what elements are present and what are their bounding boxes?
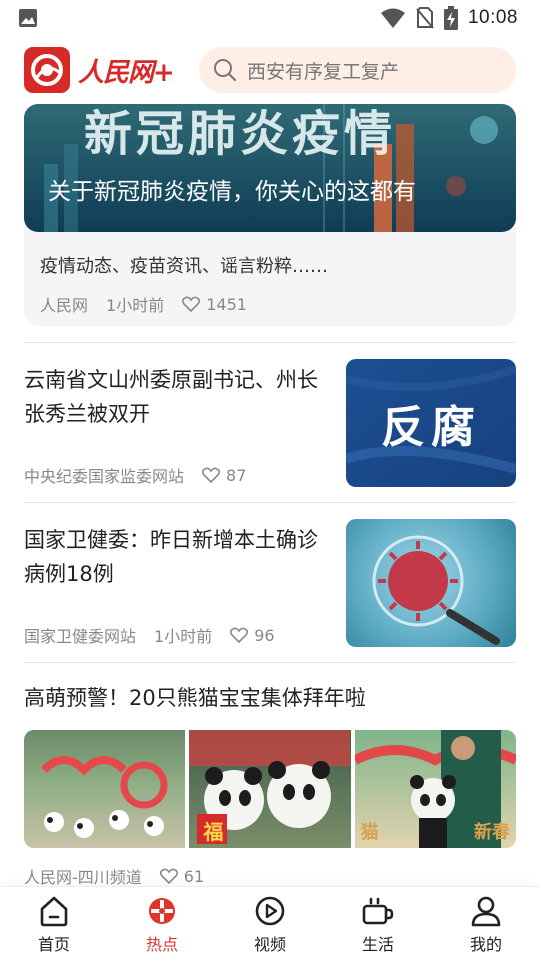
status-time: 10:08 (467, 7, 518, 28)
heart-icon (202, 467, 221, 483)
search-placeholder: 西安有序复工复产 (247, 60, 400, 83)
featured-like[interactable]: 1451 (182, 295, 247, 314)
anti-corruption-thumb-text: 反腐 (381, 402, 481, 453)
gallery-title[interactable]: 高萌预警！20只熊猫宝宝集体拜年啦 (24, 682, 366, 712)
fu-character: 福 (203, 820, 224, 844)
search-icon (214, 59, 237, 82)
panda-image-1 (24, 730, 186, 848)
tab-video[interactable]: 视频 (216, 887, 324, 960)
tab-home[interactable]: 首页 (0, 887, 108, 960)
featured-source: 人民网 (40, 296, 89, 315)
tab-life[interactable]: 生活 (324, 887, 432, 960)
life-icon (362, 897, 394, 925)
search-bar[interactable]: 西安有序复工复产 (199, 47, 516, 93)
gallery-source: 人民网-四川频道 (24, 868, 142, 887)
video-icon (255, 896, 285, 926)
app-logo[interactable]: 人民网+ (24, 47, 189, 93)
news-source: 国家卫健委网站 (24, 627, 137, 646)
featured-meta: 人民网 1小时前 1451 (24, 278, 516, 316)
divider (24, 662, 516, 663)
tab-label: 我的 (469, 935, 502, 954)
news-thumbnail: 反腐 (346, 359, 516, 487)
gallery-like[interactable]: 61 (159, 866, 205, 886)
status-left (18, 8, 38, 28)
news-title: 云南省文山州委原副书记、州长张秀兰被双开 (24, 368, 318, 426)
panda-image-2: 福 (189, 730, 351, 848)
news-like[interactable]: 87 (202, 466, 246, 485)
divider (24, 342, 516, 343)
tab-hot[interactable]: 热点 (108, 887, 216, 960)
featured-image: 新冠肺炎疫情 关于新冠肺炎疫情，你关心的这都有 (24, 104, 516, 232)
gallery-like-count: 61 (183, 866, 205, 886)
virus-thumbnail (346, 519, 516, 647)
featured-caption: 关于新冠肺炎疫情，你关心的这都有 (48, 179, 416, 205)
status-right: 10:08 (380, 6, 518, 30)
gallery-images[interactable]: 福 猫 新春 (24, 730, 516, 848)
tab-profile[interactable]: 我的 (432, 887, 540, 960)
heart-icon (182, 296, 201, 312)
tab-label: 首页 (37, 935, 70, 954)
heart-icon (159, 868, 178, 884)
news-like-count: 87 (226, 465, 247, 485)
bottom-tab-bar: 首页 热点 视频 生活 我的 (0, 886, 540, 960)
hot-icon (149, 898, 175, 924)
home-icon (40, 896, 68, 927)
tab-label: 生活 (361, 935, 394, 954)
tab-label: 视频 (253, 935, 286, 954)
tab-label: 热点 (145, 935, 178, 954)
image-text-mao: 猫 (360, 822, 379, 843)
news-meta: 中央纪委国家监委网站 87 (24, 463, 246, 487)
status-bar: 10:08 (0, 0, 540, 36)
news-item[interactable]: 国家卫健委：昨日新增本土确诊病例18例 国家卫健委网站 1小时前 96 (24, 519, 516, 647)
news-meta: 国家卫健委网站 1小时前 96 (24, 623, 275, 647)
news-like[interactable]: 96 (230, 625, 275, 645)
featured-image-text: 新冠肺炎疫情 (84, 106, 397, 162)
news-like-count: 96 (254, 625, 275, 645)
featured-time: 1小时前 (106, 296, 165, 315)
featured-like-count: 1451 (206, 294, 247, 314)
news-source: 中央纪委国家监委网站 (24, 467, 185, 486)
profile-icon (471, 896, 501, 927)
app-header: 人民网+ 西安有序复工复产 (0, 44, 540, 96)
image-text-xinchun: 新春 (473, 822, 510, 843)
gallery-meta: 人民网-四川频道 61 (24, 864, 204, 888)
people-daily-logo-icon (31, 54, 63, 86)
news-item[interactable]: 云南省文山州委原副书记、州长张秀兰被双开 中央纪委国家监委网站 87 反腐 (24, 359, 516, 487)
virus-illustration (372, 535, 500, 645)
news-title: 国家卫健委：昨日新增本土确诊病例18例 (24, 528, 318, 586)
featured-description: 疫情动态、疫苗资讯、谣言粉粹…… (40, 256, 328, 277)
battery-charging-icon (443, 6, 458, 30)
news-time: 1小时前 (154, 627, 213, 646)
logo-text: 人民网+ (78, 57, 175, 88)
heart-icon (230, 627, 249, 643)
no-sim-icon (416, 7, 434, 29)
logo-badge (24, 47, 70, 93)
wifi-icon (380, 8, 405, 28)
divider (24, 502, 516, 503)
panda-image-3: 猫 新春 (354, 730, 516, 848)
gallery-notification-icon (19, 9, 37, 27)
featured-card[interactable]: 新冠肺炎疫情 关于新冠肺炎疫情，你关心的这都有 疫情动态、疫苗资讯、谣言粉粹……… (24, 104, 516, 326)
